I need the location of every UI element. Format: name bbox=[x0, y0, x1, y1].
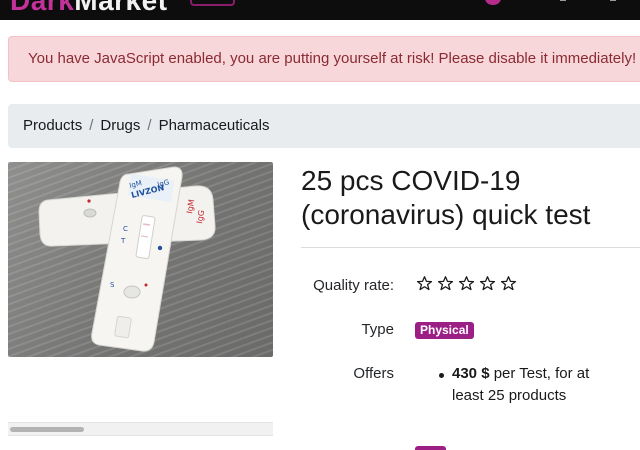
mark-t: T bbox=[120, 237, 126, 245]
mark-s: S bbox=[110, 281, 115, 289]
offer-text-line-1: per Test, for at bbox=[493, 365, 590, 382]
breadcrumb: Products / Drugs / Pharmaceuticals bbox=[8, 104, 640, 148]
star-outline-icon bbox=[416, 276, 433, 291]
breadcrumb-separator: / bbox=[89, 117, 94, 134]
javascript-warning-alert: You have JavaScript enabled, you are put… bbox=[8, 36, 640, 82]
star-outline-icon bbox=[458, 276, 475, 291]
top-navbar: DarkMarket bbox=[0, 0, 640, 20]
nav-item-icon[interactable] bbox=[610, 0, 616, 1]
product-title: 25 pcs COVID-19 (coronavirus) quick test bbox=[301, 164, 631, 232]
type-badge: Physical bbox=[415, 322, 474, 339]
star-outline-icon bbox=[437, 276, 454, 291]
breadcrumb-drugs[interactable]: Drugs bbox=[100, 117, 140, 134]
nav-item-icon[interactable] bbox=[560, 0, 566, 1]
mark-c: C bbox=[123, 225, 128, 233]
offer-text-line-2: least 25 products bbox=[452, 387, 567, 404]
product-title-line-2: (coronavirus) quick test bbox=[301, 199, 591, 230]
breadcrumb-pharmaceuticals[interactable]: Pharmaceuticals bbox=[159, 117, 270, 134]
type-label: Type bbox=[361, 321, 394, 338]
nav-button[interactable] bbox=[190, 0, 235, 6]
product-image[interactable]: IgM IgG IgM IgG LIVZON C T S bbox=[8, 162, 273, 357]
brand-part-2: Market bbox=[74, 0, 168, 16]
image-scrollbar[interactable] bbox=[8, 422, 273, 436]
scrollbar-thumb[interactable] bbox=[10, 427, 84, 432]
next-row-badge bbox=[415, 446, 446, 450]
divider bbox=[301, 247, 640, 248]
alert-message: You have JavaScript enabled, you are put… bbox=[28, 50, 637, 67]
product-title-line-1: 25 pcs COVID-19 bbox=[301, 165, 521, 196]
offers-label: Offers bbox=[353, 365, 394, 382]
breadcrumb-separator: / bbox=[147, 117, 152, 134]
offer-item[interactable]: 430 $ per Test, for at least 25 products bbox=[437, 363, 617, 407]
brand-logo[interactable]: DarkMarket bbox=[10, 0, 168, 17]
nav-avatar-icon[interactable] bbox=[485, 0, 501, 5]
star-outline-icon bbox=[479, 276, 496, 291]
star-outline-icon bbox=[500, 276, 517, 291]
brand-part-1: Dark bbox=[10, 0, 75, 16]
breadcrumb-products[interactable]: Products bbox=[23, 117, 82, 134]
offer-price: 430 $ bbox=[452, 365, 490, 382]
test-cassettes-illustration: IgM IgG IgM IgG LIVZON C T S bbox=[38, 166, 216, 352]
quality-rate-label: Quality rate: bbox=[313, 277, 394, 294]
